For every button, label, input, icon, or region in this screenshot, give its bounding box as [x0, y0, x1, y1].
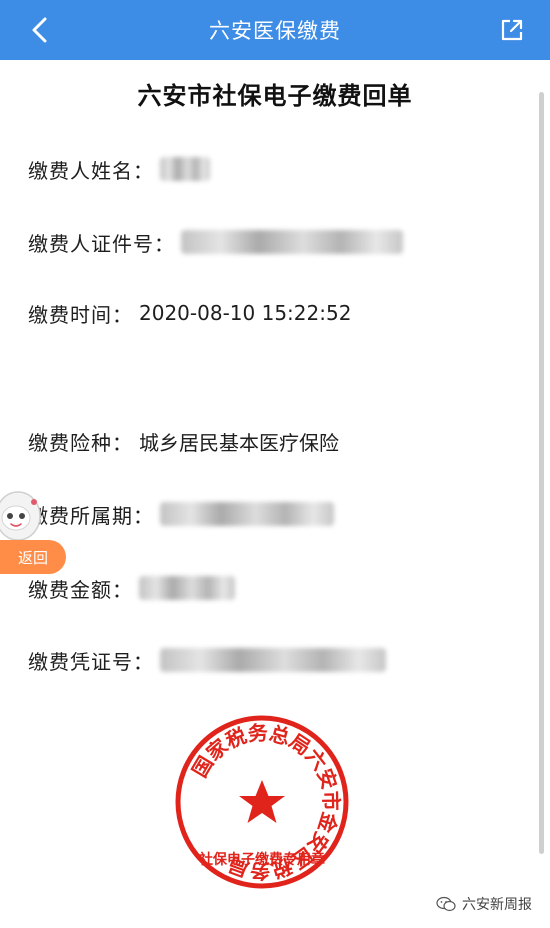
- floating-back-button[interactable]: 返回: [0, 540, 66, 574]
- payer-id-row: 缴费人证件号：: [28, 225, 403, 259]
- payer-name-row: 缴费人姓名：: [28, 152, 210, 186]
- share-icon: [501, 19, 523, 41]
- payer-id-label: 缴费人证件号：: [28, 231, 175, 256]
- payer-name-redacted: [160, 157, 210, 181]
- share-button[interactable]: [496, 14, 528, 46]
- period-label: 缴费所属期：: [28, 503, 154, 528]
- insurance-type-row: 缴费险种： 城乡居民基本医疗保险: [28, 424, 339, 458]
- payer-id-redacted: [181, 230, 403, 254]
- insurance-type-label: 缴费险种：: [28, 430, 133, 455]
- amount-redacted: [139, 576, 235, 600]
- payer-name-label: 缴费人姓名：: [28, 158, 154, 183]
- voucher-no-label: 缴费凭证号：: [28, 649, 154, 674]
- official-seal: 国家税务总局六安市金安区税务局 社保电子缴费专用章: [175, 715, 349, 889]
- wechat-icon: [436, 896, 456, 912]
- back-button[interactable]: [24, 14, 54, 46]
- page-title: 六安医保缴费: [209, 19, 341, 43]
- watermark: 六安新周报: [436, 892, 532, 916]
- insurance-type-value: 城乡居民基本医疗保险: [139, 430, 339, 455]
- pay-time-label: 缴费时间：: [28, 302, 133, 327]
- chevron-left-icon: [32, 17, 47, 43]
- voucher-no-redacted: [160, 648, 386, 672]
- pay-time-row: 缴费时间： 2020-08-10 15:22:52: [28, 296, 351, 330]
- pay-time-value: 2020-08-10 15:22:52: [139, 301, 352, 325]
- scrollbar[interactable]: [539, 92, 544, 854]
- mascot-icon: [0, 491, 41, 541]
- watermark-text: 六安新周报: [462, 897, 532, 913]
- amount-row: 缴费金额：: [28, 571, 235, 605]
- receipt-title: 六安市社保电子缴费回单: [137, 82, 413, 110]
- star-icon: [239, 780, 285, 823]
- top-navigation-bar: 六安医保缴费: [0, 0, 550, 60]
- seal-inner-text: 社保电子缴费专用章: [198, 851, 325, 868]
- period-redacted: [160, 502, 334, 526]
- amount-label: 缴费金额：: [28, 577, 133, 602]
- voucher-no-row: 缴费凭证号：: [28, 643, 386, 677]
- period-row: 缴费所属期：: [28, 497, 334, 531]
